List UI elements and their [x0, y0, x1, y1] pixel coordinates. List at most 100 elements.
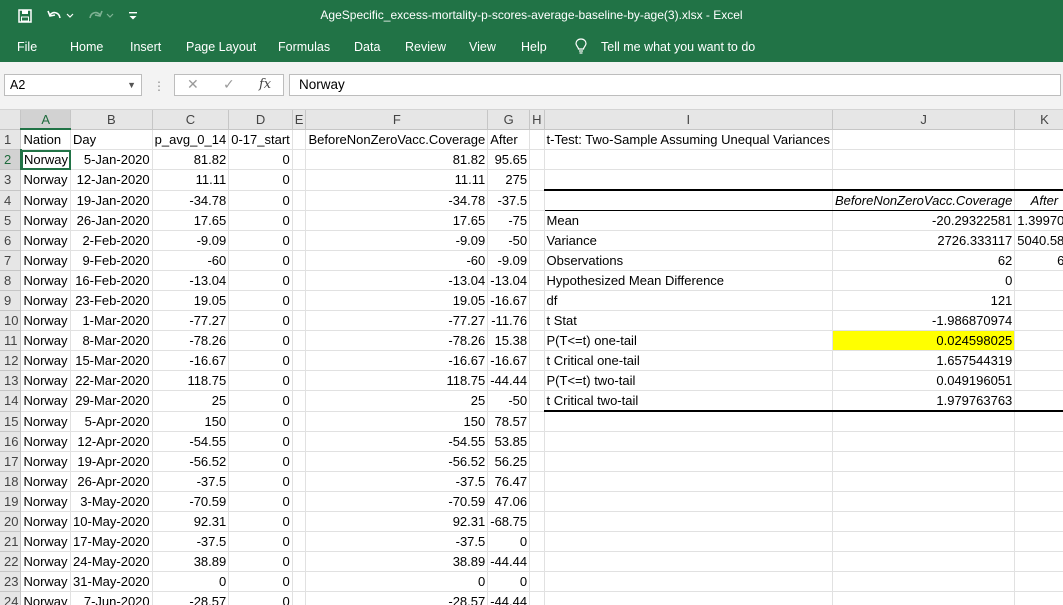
- cell-a1[interactable]: Nation: [20, 129, 72, 150]
- cell-d16[interactable]: 0: [228, 431, 293, 452]
- cell-h19[interactable]: [529, 491, 545, 512]
- cell-f24[interactable]: -28.57: [305, 591, 489, 605]
- row-header[interactable]: 22: [0, 551, 22, 572]
- cell-c23[interactable]: 0: [152, 571, 230, 592]
- cell-c16[interactable]: -54.55: [152, 431, 230, 452]
- tell-me-search[interactable]: Tell me what you want to do: [601, 40, 755, 54]
- cell-f20[interactable]: 92.31: [305, 511, 489, 532]
- row-header[interactable]: 9: [0, 290, 22, 311]
- column-header-j[interactable]: J: [832, 110, 1016, 130]
- cell-k8[interactable]: [1014, 270, 1063, 291]
- cell-c21[interactable]: -37.5: [152, 531, 230, 552]
- cell-h9[interactable]: [529, 290, 545, 311]
- cell-b23[interactable]: 31-May-2020: [70, 571, 153, 592]
- undo-dropdown-icon[interactable]: [64, 6, 76, 26]
- cell-j6[interactable]: 2726.333117: [832, 230, 1016, 251]
- cell-c24[interactable]: -28.57: [152, 591, 230, 605]
- row-header[interactable]: 1: [0, 129, 22, 150]
- row-header[interactable]: 18: [0, 471, 22, 492]
- cell-c9[interactable]: 19.05: [152, 290, 230, 311]
- cell-i3[interactable]: [544, 169, 834, 191]
- formula-bar-resize-handle[interactable]: ⋮: [153, 79, 165, 93]
- row-header[interactable]: 10: [0, 310, 22, 331]
- cell-k18[interactable]: [1014, 471, 1063, 492]
- row-header[interactable]: 12: [0, 350, 22, 371]
- cell-d7[interactable]: 0: [228, 250, 293, 271]
- cell-a21[interactable]: Norway: [20, 531, 72, 552]
- cell-i16[interactable]: [544, 431, 834, 452]
- cell-j14[interactable]: 1.979763763: [832, 390, 1016, 412]
- cell-e16[interactable]: [292, 431, 307, 452]
- cell-b20[interactable]: 10-May-2020: [70, 511, 153, 532]
- cell-i8[interactable]: Hypothesized Mean Difference: [544, 270, 834, 291]
- cell-i11[interactable]: P(T<=t) one-tail: [544, 330, 834, 351]
- cell-i14[interactable]: t Critical two-tail: [544, 390, 834, 412]
- cell-i21[interactable]: [544, 531, 834, 552]
- cell-d19[interactable]: 0: [228, 491, 293, 512]
- cell-f16[interactable]: -54.55: [305, 431, 489, 452]
- cell-c3[interactable]: 11.11: [152, 169, 230, 191]
- cell-h5[interactable]: [529, 210, 545, 231]
- cell-i12[interactable]: t Critical one-tail: [544, 350, 834, 371]
- cell-j2[interactable]: [832, 149, 1016, 170]
- cell-g5[interactable]: -75: [487, 210, 531, 231]
- lightbulb-icon[interactable]: [575, 38, 587, 57]
- cell-a17[interactable]: Norway: [20, 451, 72, 472]
- cell-g12[interactable]: -16.67: [487, 350, 531, 371]
- cell-g15[interactable]: 78.57: [487, 411, 531, 432]
- cell-j8[interactable]: 0: [832, 270, 1016, 291]
- cell-b8[interactable]: 16-Feb-2020: [70, 270, 153, 291]
- cell-a4[interactable]: Norway: [20, 190, 72, 211]
- cell-h15[interactable]: [529, 411, 545, 432]
- row-header[interactable]: 2: [0, 149, 22, 170]
- cell-k23[interactable]: [1014, 571, 1063, 592]
- cell-f23[interactable]: 0: [305, 571, 489, 592]
- row-header[interactable]: 23: [0, 571, 22, 592]
- cell-d2[interactable]: 0: [228, 149, 293, 170]
- customize-toolbar-icon[interactable]: [122, 6, 144, 26]
- cell-b13[interactable]: 22-Mar-2020: [70, 370, 153, 391]
- cell-h2[interactable]: [529, 149, 545, 170]
- cell-c6[interactable]: -9.09: [152, 230, 230, 251]
- tab-help[interactable]: Help: [521, 40, 547, 54]
- tab-file[interactable]: File: [17, 40, 37, 54]
- cell-j12[interactable]: 1.657544319: [832, 350, 1016, 371]
- cell-h8[interactable]: [529, 270, 545, 291]
- cell-f5[interactable]: 17.65: [305, 210, 489, 231]
- cell-c14[interactable]: 25: [152, 390, 230, 412]
- cell-k22[interactable]: [1014, 551, 1063, 572]
- cell-c8[interactable]: -13.04: [152, 270, 230, 291]
- tab-formulas[interactable]: Formulas: [278, 40, 330, 54]
- cell-i7[interactable]: Observations: [544, 250, 834, 271]
- cell-c17[interactable]: -56.52: [152, 451, 230, 472]
- cell-h11[interactable]: [529, 330, 545, 351]
- column-header-b[interactable]: B: [70, 110, 153, 130]
- cell-e8[interactable]: [292, 270, 307, 291]
- cell-g22[interactable]: -44.44: [487, 551, 531, 572]
- cell-e9[interactable]: [292, 290, 307, 311]
- cell-k15[interactable]: [1014, 411, 1063, 432]
- cell-j4[interactable]: BeforeNonZeroVacc.Coverage: [832, 189, 1016, 211]
- cell-k13[interactable]: [1014, 370, 1063, 391]
- cell-a20[interactable]: Norway: [20, 511, 72, 532]
- cell-b3[interactable]: 12-Jan-2020: [70, 169, 153, 191]
- cell-c15[interactable]: 150: [152, 411, 230, 432]
- cell-i20[interactable]: [544, 511, 834, 532]
- cell-g10[interactable]: -11.76: [487, 310, 531, 331]
- cell-g11[interactable]: 15.38: [487, 330, 531, 351]
- cell-g4[interactable]: -37.5: [487, 190, 531, 211]
- column-header-k[interactable]: K: [1014, 110, 1063, 130]
- cell-a22[interactable]: Norway: [20, 551, 72, 572]
- column-header-f[interactable]: F: [305, 110, 489, 130]
- cell-b1[interactable]: Day: [70, 129, 153, 150]
- cell-i6[interactable]: Variance: [544, 230, 834, 251]
- cell-e21[interactable]: [292, 531, 307, 552]
- cell-h6[interactable]: [529, 230, 545, 251]
- cell-i9[interactable]: df: [544, 290, 834, 311]
- cell-b7[interactable]: 9-Feb-2020: [70, 250, 153, 271]
- cell-e4[interactable]: [292, 190, 307, 211]
- cell-f17[interactable]: -56.52: [305, 451, 489, 472]
- cell-b12[interactable]: 15-Mar-2020: [70, 350, 153, 371]
- cell-c5[interactable]: 17.65: [152, 210, 230, 231]
- cell-d10[interactable]: 0: [228, 310, 293, 331]
